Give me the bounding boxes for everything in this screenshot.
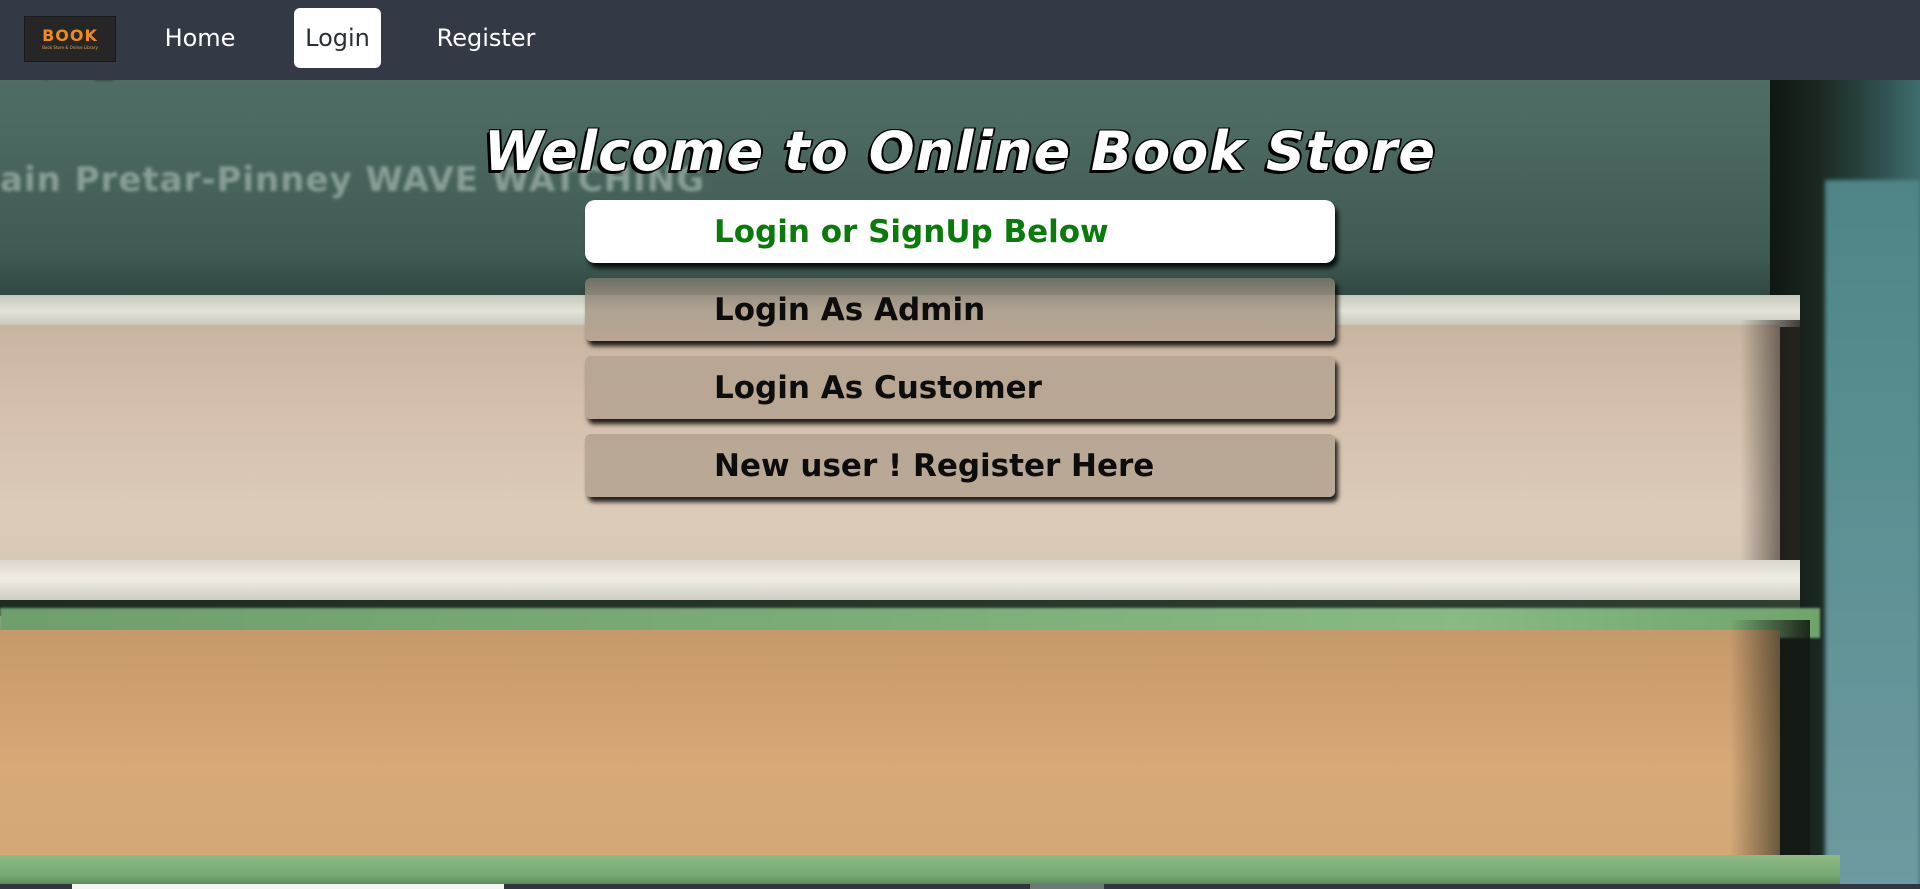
page: ain Pretar-Pinney WAVE WATCHING BOOK Boo… <box>0 0 1920 889</box>
welcome-title: Welcome to Online Book Store <box>483 120 1437 184</box>
nav-link-home[interactable]: Home <box>150 8 250 68</box>
register-button[interactable]: New user ! Register Here <box>585 434 1335 497</box>
login-customer-button[interactable]: Login As Customer <box>585 356 1335 419</box>
logo-wordmark: BOOK <box>42 25 98 45</box>
nav-link-login[interactable]: Login <box>294 8 381 68</box>
logo-tagline: Book Store & Online Library <box>42 44 98 50</box>
nav-link-register[interactable]: Register <box>425 8 547 68</box>
site-logo[interactable]: BOOK Book Store & Online Library <box>24 16 116 62</box>
bg-tan-book <box>0 630 1780 860</box>
menu-header: Login or SignUp Below <box>585 200 1335 263</box>
navbar: BOOK Book Store & Online Library Home Lo… <box>0 0 1920 80</box>
login-admin-button[interactable]: Login As Admin <box>585 278 1335 341</box>
login-menu: Login or SignUp Below Login As Admin Log… <box>585 200 1335 512</box>
